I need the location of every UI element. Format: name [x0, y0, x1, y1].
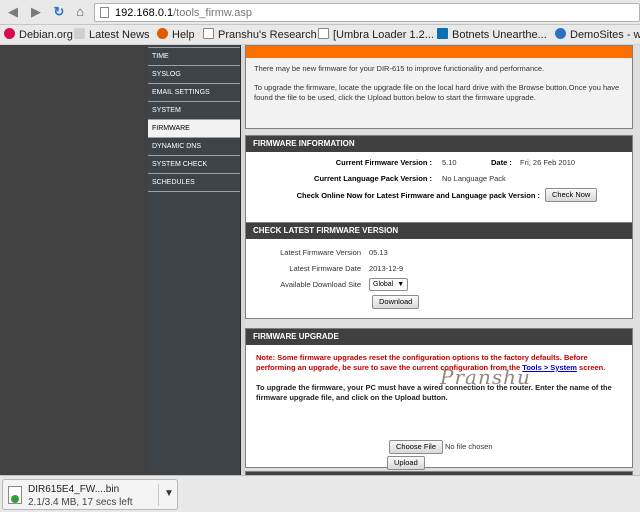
url-text: 192.168.0.1/tools_firmw.asp [115, 7, 252, 19]
site-icon [555, 28, 566, 39]
bookmark-help[interactable]: Help [157, 28, 195, 42]
bookmark-botnets-unearthed[interactable]: Botnets Unearthe... [437, 28, 547, 42]
sidebar-item-time[interactable]: Time [148, 48, 240, 66]
check-latest-firmware-title: Check Latest Firmware Version [246, 223, 632, 239]
firmware-date-label: Date : [491, 158, 512, 167]
sidebar-item-system-check[interactable]: System Check [148, 156, 240, 174]
intro-header-bar [246, 46, 632, 58]
sidebar-item-syslog[interactable]: Syslog [148, 66, 240, 84]
download-item[interactable]: DIR615E4_FW....bin 2.1/3.4 MB, 17 secs l… [2, 479, 178, 510]
dropdown-arrow-icon: ▼ [397, 281, 405, 288]
page-icon [203, 28, 214, 39]
latest-firmware-date-value: 2013-12-9 [369, 264, 404, 273]
sidebar-item-dynamic-dns[interactable]: Dynamic DNS [148, 138, 240, 156]
site-icon [437, 28, 448, 39]
chevron-down-icon[interactable]: ▼ [164, 488, 174, 499]
bookmark-pranshus-research[interactable]: Pranshu's Research [203, 28, 317, 42]
bookmark-umbra-loader[interactable]: [Umbra Loader 1.2... [318, 28, 434, 42]
upgrade-warning-note: Note: Some firmware upgrades reset the c… [256, 353, 606, 372]
choose-file-button[interactable]: Choose File [389, 440, 444, 454]
debian-icon [4, 28, 15, 39]
sidebar-item-firmware[interactable]: Firmware [148, 120, 240, 138]
address-bar[interactable]: 192.168.0.1/tools_firmw.asp [94, 3, 640, 22]
bookmark-latest-news[interactable]: Latest News [74, 28, 150, 42]
page-icon [100, 7, 109, 18]
firmware-information-title: Firmware Information [246, 136, 632, 152]
bookmark-debian[interactable]: Debian.org [4, 28, 73, 42]
rss-icon [74, 28, 85, 39]
download-status: 2.1/3.4 MB, 17 secs left [28, 497, 133, 508]
download-separator [158, 484, 159, 506]
check-latest-firmware-box: Check Latest Firmware Version Latest Fir… [245, 222, 633, 319]
upgrade-instructions: To upgrade the firmware, your PC must ha… [256, 383, 612, 402]
page-icon [318, 28, 329, 39]
sidebar-menu: Time Syslog Email Settings System Firmwa… [148, 45, 241, 475]
sidebar-item-email-settings[interactable]: Email Settings [148, 84, 240, 102]
current-firmware-version-label: Current Firmware Version : [335, 158, 432, 167]
download-filename: DIR615E4_FW....bin [28, 484, 120, 495]
firmware-upgrade-body: Note: Some firmware upgrades reset the c… [246, 345, 632, 470]
main-content: There may be new firmware for your DIR-6… [245, 45, 640, 475]
watermark-text: Pranshu [440, 365, 531, 389]
home-icon[interactable]: ⌂ [72, 4, 88, 20]
language-pack-value: No Language Pack [442, 174, 506, 183]
intro-text-2: To upgrade the firmware, locate the upgr… [254, 83, 620, 102]
download-site-label: Available Download Site [280, 280, 361, 289]
latest-firmware-date-label: Latest Firmware Date [289, 264, 361, 273]
left-background [0, 45, 148, 475]
bookmarks-bar: Debian.org Latest News Help Pranshu's Re… [0, 25, 640, 45]
back-icon[interactable]: ◀ [5, 4, 21, 20]
current-firmware-version-value: 5.10 [442, 158, 457, 167]
firmware-date-value: Fri, 26 Feb 2010 [520, 158, 576, 167]
sidebar-item-schedules[interactable]: Schedules [148, 174, 240, 192]
no-file-chosen-text: No file chosen [445, 442, 493, 451]
forward-icon[interactable]: ▶ [28, 4, 44, 20]
check-now-button[interactable]: Check Now [545, 188, 598, 202]
reload-icon[interactable]: ↻ [51, 4, 67, 20]
file-download-icon [8, 486, 22, 504]
bookmark-demosites[interactable]: DemoSites - w... [555, 28, 640, 42]
firmware-information-body: Current Firmware Version : 5.10 Date : F… [246, 152, 632, 222]
download-site-select[interactable]: Global ▼ [369, 278, 409, 291]
language-pack-label: Current Language Pack Version : [314, 174, 432, 183]
intro-body: There may be new firmware for your DIR-6… [246, 58, 632, 128]
download-shelf: DIR615E4_FW....bin 2.1/3.4 MB, 17 secs l… [0, 475, 640, 512]
check-latest-firmware-body: Latest Firmware Version 05.13 Latest Fir… [246, 239, 632, 319]
download-button[interactable]: Download [372, 295, 420, 309]
firmware-upgrade-box: Firmware Upgrade Note: Some firmware upg… [245, 328, 633, 470]
latest-firmware-version-value: 05.13 [369, 248, 388, 257]
sidebar-item-system[interactable]: System [148, 102, 240, 120]
firmware-upgrade-title: Firmware Upgrade [246, 329, 632, 345]
latest-firmware-version-label: Latest Firmware Version [280, 248, 361, 257]
upload-button[interactable]: Upload [387, 456, 425, 470]
firmware-intro-box: There may be new firmware for your DIR-6… [245, 45, 633, 129]
intro-text-1: There may be new firmware for your DIR-6… [254, 64, 545, 73]
browser-toolbar: ◀ ▶ ↻ ⌂ 192.168.0.1/tools_firmw.asp [0, 0, 640, 25]
check-online-label: Check Online Now for Latest Firmware and… [296, 191, 540, 200]
help-icon [157, 28, 168, 39]
